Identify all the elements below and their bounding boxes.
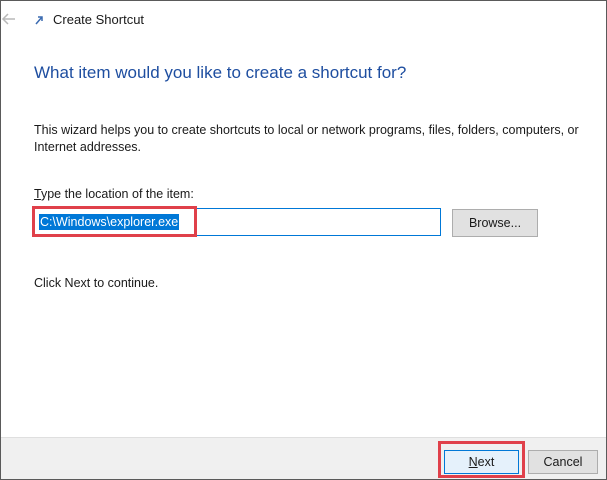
wizard-description: This wizard helps you to create shortcut… (34, 123, 579, 154)
next-button[interactable]: Next (444, 450, 519, 474)
location-label: Type the location of the item: (34, 187, 194, 201)
wizard-heading: What item would you like to create a sho… (34, 63, 407, 82)
next-button-label: ext (477, 455, 495, 469)
back-arrow-icon[interactable] (1, 10, 17, 28)
next-button-accel: N (468, 455, 478, 469)
continue-instruction: Click Next to continue. (34, 276, 159, 290)
shortcut-icon (33, 13, 45, 25)
window-title: Create Shortcut (53, 12, 145, 27)
location-value-selected: C:\Windows\explorer.exe (39, 214, 180, 230)
location-label-accel: T (34, 187, 41, 201)
location-input[interactable]: C:\Windows\explorer.exe (34, 208, 441, 236)
cancel-button[interactable]: Cancel (528, 450, 598, 474)
create-shortcut-window: Create Shortcut What item would you like… (0, 0, 607, 480)
browse-button[interactable]: Browse... (452, 209, 538, 237)
location-label-text: ype the location of the item: (40, 187, 194, 201)
title-bar: Create Shortcut (1, 1, 606, 39)
